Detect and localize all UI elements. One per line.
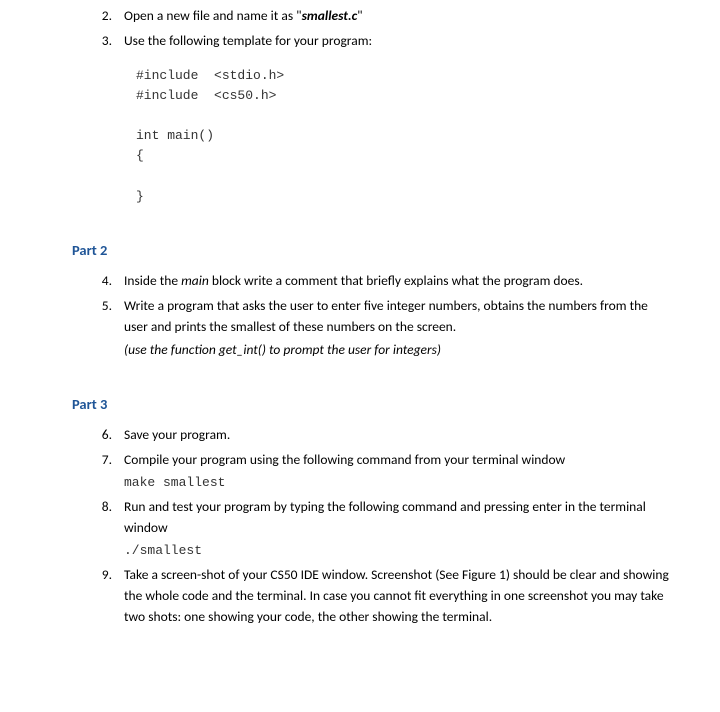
text-suffix: block write a comment that briefly expla… xyxy=(209,272,583,289)
list-item: 4. Inside the main block write a comment… xyxy=(96,271,672,292)
list-body: Write a program that asks the user to en… xyxy=(124,296,672,361)
text-prefix: Open a new file and name it as " xyxy=(124,7,302,24)
command: make smallest xyxy=(124,473,672,493)
list-item: 6. Save your program. xyxy=(96,425,672,446)
list-item: 5. Write a program that asks the user to… xyxy=(96,296,672,361)
list-number: 5. xyxy=(96,296,124,361)
filename: smallest.c xyxy=(302,7,358,24)
part3-heading: Part 3 xyxy=(72,393,672,415)
list-number: 9. xyxy=(96,565,124,628)
list-number: 8. xyxy=(96,497,124,561)
list-item: 8. Run and test your program by typing t… xyxy=(96,497,672,561)
list-body: Open a new file and name it as "smallest… xyxy=(124,6,672,27)
list-number: 7. xyxy=(96,450,124,493)
code-template: #include <stdio.h> #include <cs50.h> int… xyxy=(136,66,672,207)
list-number: 2. xyxy=(96,6,124,27)
list-number: 4. xyxy=(96,271,124,292)
item-text: Write a program that asks the user to en… xyxy=(124,296,672,338)
list-item: 2. Open a new file and name it as "small… xyxy=(96,6,672,27)
list-number: 6. xyxy=(96,425,124,446)
item-text: Compile your program using the following… xyxy=(124,450,672,471)
list-body: Inside the main block write a comment th… xyxy=(124,271,672,292)
list-body: Use the following template for your prog… xyxy=(124,31,672,52)
list-body: Save your program. xyxy=(124,425,672,446)
item-hint: (use the function get_int() to prompt th… xyxy=(124,340,672,361)
list-body: Take a screen-shot of your CS50 IDE wind… xyxy=(124,565,672,628)
list-body: Compile your program using the following… xyxy=(124,450,672,493)
command: ./smallest xyxy=(124,541,672,561)
list-item: 9. Take a screen-shot of your CS50 IDE w… xyxy=(96,565,672,628)
list-item: 7. Compile your program using the follow… xyxy=(96,450,672,493)
em-text: main xyxy=(181,272,209,289)
list-number: 3. xyxy=(96,31,124,52)
list-item: 3. Use the following template for your p… xyxy=(96,31,672,52)
text-prefix: Inside the xyxy=(124,272,181,289)
item-text: Run and test your program by typing the … xyxy=(124,497,672,539)
list-body: Run and test your program by typing the … xyxy=(124,497,672,561)
text-suffix: " xyxy=(357,7,362,24)
part2-heading: Part 2 xyxy=(72,239,672,261)
